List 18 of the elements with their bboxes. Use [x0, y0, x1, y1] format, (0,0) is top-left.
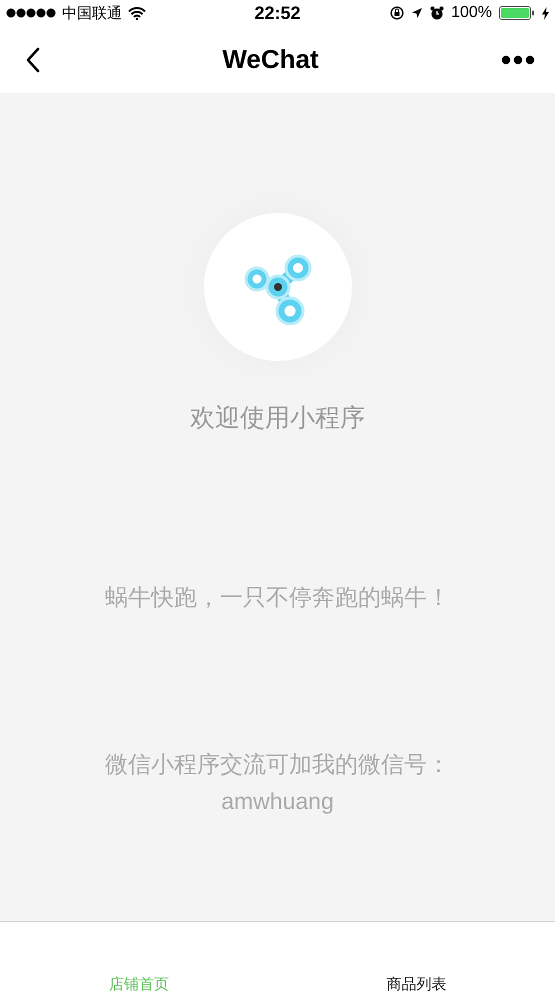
alarm-icon [430, 6, 444, 20]
battery-icon [498, 6, 535, 20]
slogan-text: 蜗牛快跑，一只不停奔跑的蜗牛！ [105, 584, 450, 613]
wifi-icon [128, 6, 146, 20]
carrier-name: 中国联通 [62, 4, 122, 22]
signal-icon [6, 8, 56, 18]
back-icon[interactable] [26, 46, 40, 72]
status-time: 22:52 [254, 2, 301, 24]
wechat-id: amwhuang [221, 788, 334, 815]
nav-title: WeChat [222, 44, 319, 75]
rotation-lock-icon [390, 6, 404, 20]
location-arrow-icon [411, 7, 424, 19]
tab[interactable]: 商品列表 [278, 974, 555, 993]
charging-icon [542, 6, 549, 20]
contact-text: 微信小程序交流可加我的微信号： [105, 751, 450, 780]
welcome-text: 欢迎使用小程序 [190, 402, 365, 434]
battery-percent: 100% [451, 4, 492, 22]
more-icon[interactable] [501, 54, 535, 64]
